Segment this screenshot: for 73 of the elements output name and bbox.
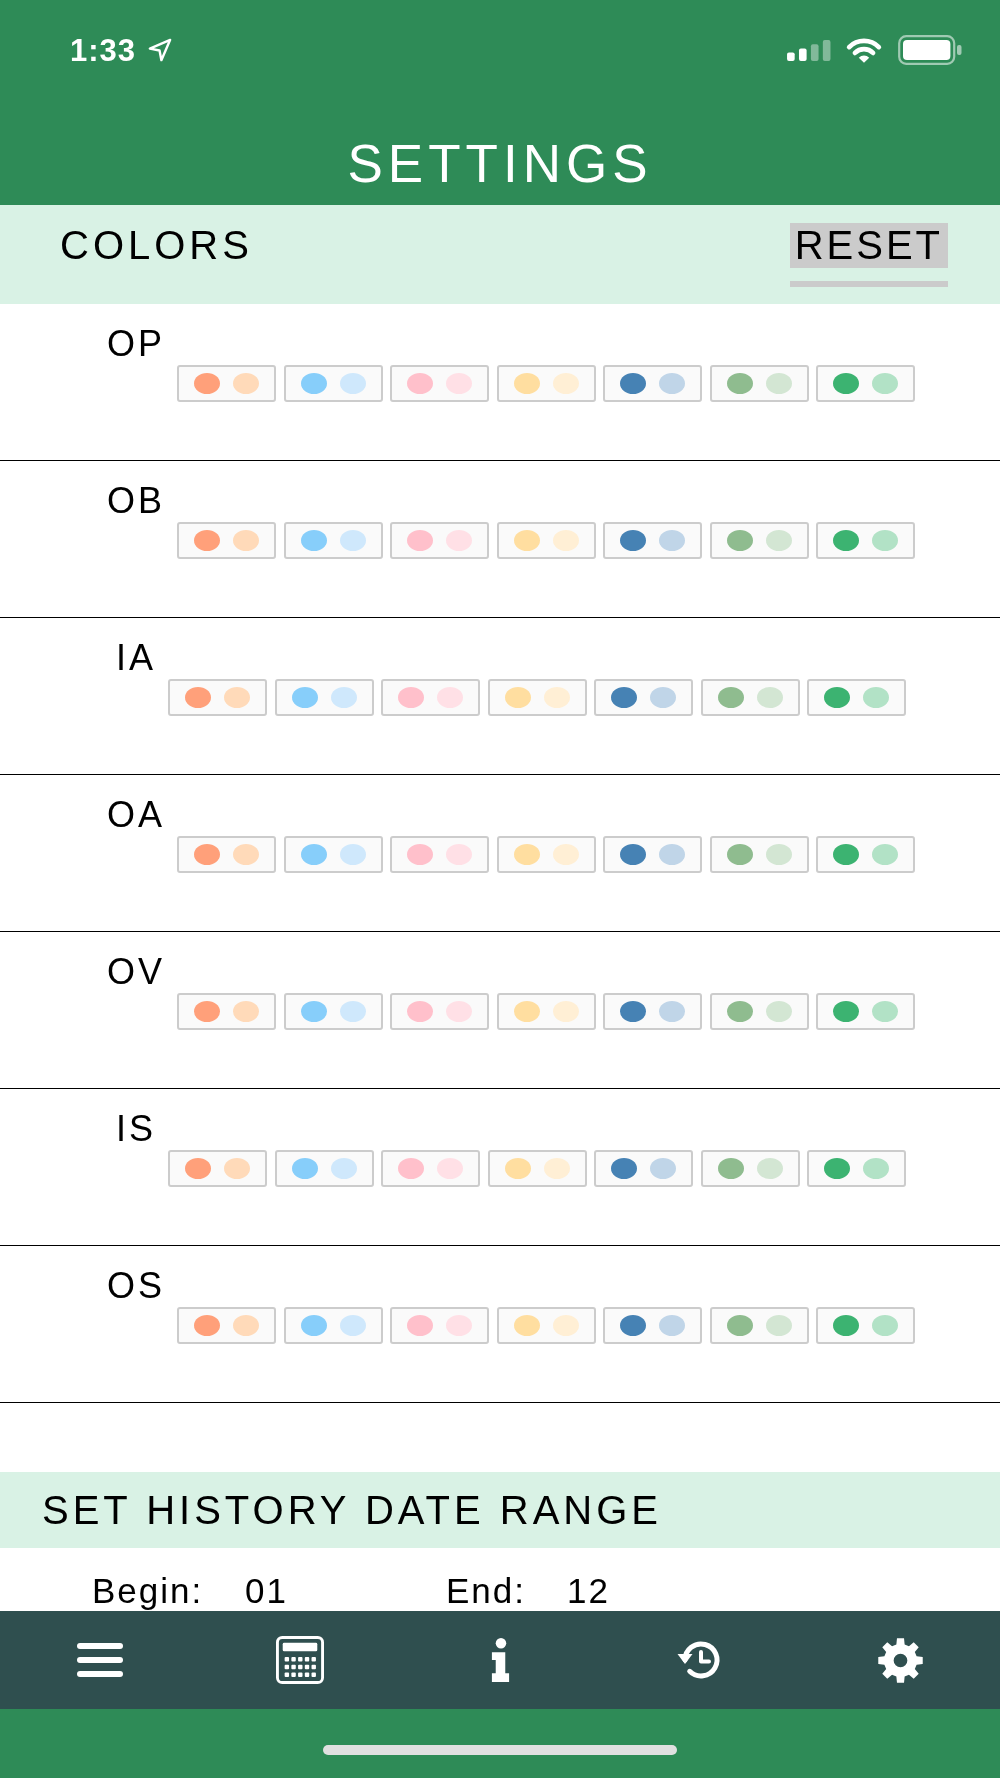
- location-arrow-icon: [148, 38, 173, 62]
- color-swatch[interactable]: [496, 1307, 596, 1344]
- color-swatch[interactable]: [390, 522, 489, 559]
- color-swatch[interactable]: [709, 1307, 809, 1344]
- color-swatch[interactable]: [807, 679, 906, 716]
- color-swatch[interactable]: [496, 836, 596, 873]
- reset-button[interactable]: RESET: [789, 223, 948, 287]
- calculator-icon[interactable]: [276, 1636, 324, 1684]
- section-title: COLORS: [60, 225, 253, 265]
- color-swatch[interactable]: [390, 1307, 489, 1344]
- status-time: 1:33: [70, 34, 137, 66]
- color-swatch[interactable]: [274, 1150, 374, 1187]
- color-swatch[interactable]: [177, 993, 276, 1030]
- color-swatch[interactable]: [168, 679, 267, 716]
- color-swatch[interactable]: [603, 836, 702, 873]
- color-swatch[interactable]: [700, 1150, 800, 1187]
- color-swatch[interactable]: [594, 679, 693, 716]
- settings-icon[interactable]: [877, 1637, 923, 1683]
- date-label: End:: [446, 1573, 527, 1611]
- color-swatch[interactable]: [487, 1150, 587, 1187]
- info-icon[interactable]: [489, 1638, 511, 1682]
- row-label: OV: [107, 954, 165, 990]
- signal-icon: [787, 39, 831, 61]
- color-swatch[interactable]: [496, 522, 596, 559]
- color-swatch[interactable]: [390, 836, 489, 873]
- color-swatch[interactable]: [603, 522, 702, 559]
- color-swatch[interactable]: [283, 1307, 383, 1344]
- row-label: IS: [116, 1111, 156, 1147]
- color-swatch[interactable]: [594, 1150, 693, 1187]
- row-label: OA: [107, 797, 165, 833]
- color-swatch[interactable]: [177, 365, 276, 402]
- color-swatch[interactable]: [603, 1307, 702, 1344]
- color-swatch[interactable]: [496, 365, 596, 402]
- row-label: OB: [107, 483, 165, 519]
- color-swatch[interactable]: [709, 365, 809, 402]
- color-swatch[interactable]: [709, 993, 809, 1030]
- color-swatch[interactable]: [603, 993, 702, 1030]
- color-swatch[interactable]: [177, 522, 276, 559]
- color-swatch[interactable]: [487, 679, 587, 716]
- color-swatch[interactable]: [709, 836, 809, 873]
- wifi-icon: [845, 36, 883, 64]
- date-label: Begin:: [92, 1573, 205, 1611]
- color-swatch[interactable]: [816, 836, 915, 873]
- color-swatch[interactable]: [168, 1150, 267, 1187]
- color-swatch[interactable]: [283, 836, 383, 873]
- page-title: SETTINGS: [346, 137, 654, 190]
- row-label: IA: [116, 640, 156, 676]
- color-swatch[interactable]: [816, 365, 915, 402]
- color-swatch[interactable]: [177, 1307, 276, 1344]
- color-swatch[interactable]: [496, 993, 596, 1030]
- color-swatch[interactable]: [816, 993, 915, 1030]
- color-swatch[interactable]: [381, 679, 480, 716]
- row-label: OS: [107, 1268, 165, 1304]
- date-value[interactable]: 01: [245, 1573, 288, 1611]
- color-swatch[interactable]: [381, 1150, 480, 1187]
- color-swatch[interactable]: [807, 1150, 906, 1187]
- color-swatch[interactable]: [283, 993, 383, 1030]
- row-label: OP: [107, 326, 165, 362]
- color-swatch[interactable]: [283, 522, 383, 559]
- color-swatch[interactable]: [816, 522, 915, 559]
- color-swatch[interactable]: [700, 679, 800, 716]
- color-swatch[interactable]: [603, 365, 702, 402]
- date-value[interactable]: 12: [567, 1573, 610, 1611]
- color-swatch[interactable]: [390, 365, 489, 402]
- color-swatch[interactable]: [709, 522, 809, 559]
- color-swatch[interactable]: [816, 1307, 915, 1344]
- color-swatch[interactable]: [177, 836, 276, 873]
- battery-icon: [898, 35, 962, 65]
- color-swatch[interactable]: [274, 679, 374, 716]
- color-swatch[interactable]: [390, 993, 489, 1030]
- section-title: SET HISTORY DATE RANGE: [42, 1490, 662, 1530]
- color-swatch[interactable]: [283, 365, 383, 402]
- menu-icon[interactable]: [77, 1643, 123, 1677]
